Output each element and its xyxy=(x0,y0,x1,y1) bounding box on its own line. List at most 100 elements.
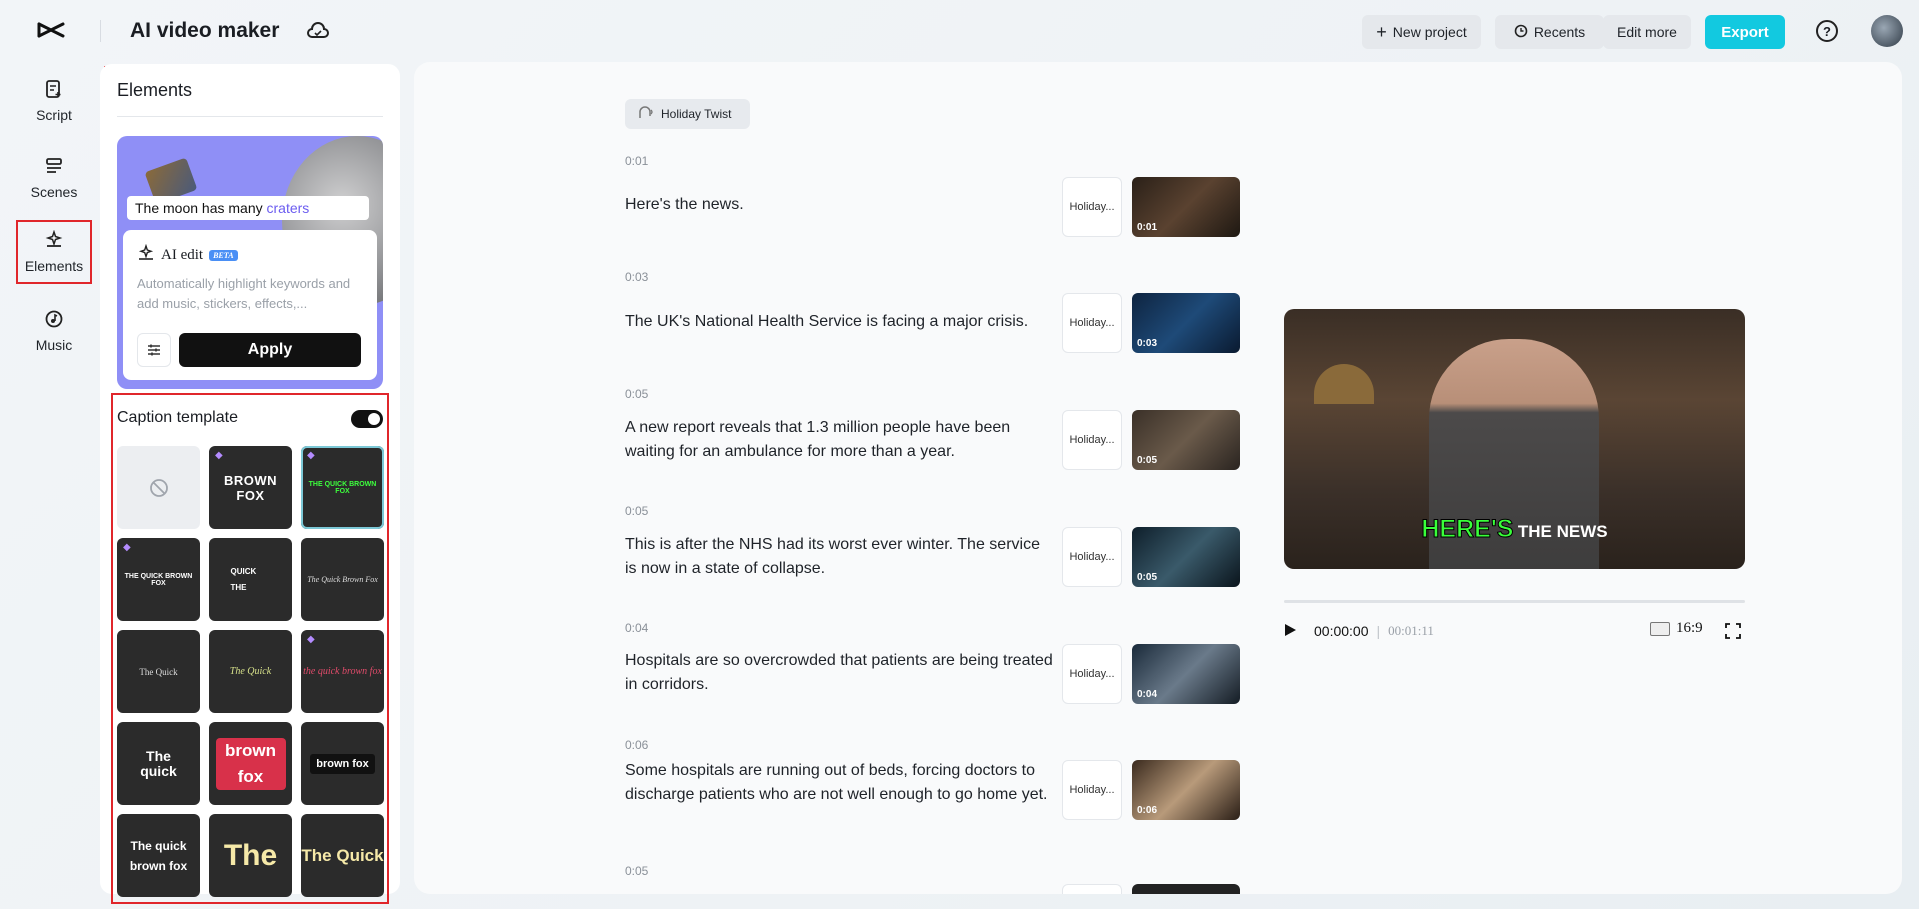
caption-tile-none[interactable] xyxy=(117,446,200,529)
no-template-icon xyxy=(149,478,168,497)
edit-more-button[interactable]: Edit more xyxy=(1603,15,1691,49)
caption-tile[interactable]: QUICK THE xyxy=(209,538,292,621)
scene-thumbnail[interactable]: 0:04 xyxy=(1132,644,1240,704)
timestamp: 0:05 xyxy=(625,864,649,878)
edit-more-label: Edit more xyxy=(1617,24,1677,40)
ai-edit-card: The moon has many craters AI edit BETA A… xyxy=(117,136,383,389)
voice-icon xyxy=(637,105,655,124)
premium-gem-icon: ◆ xyxy=(307,450,315,461)
caption-template-title: Caption template xyxy=(117,409,238,426)
voice-chip[interactable]: Holiday... xyxy=(1062,177,1122,237)
export-label: Export xyxy=(1721,23,1769,41)
caption-tile-text: THE QUICK BROWN FOX xyxy=(308,480,377,495)
fullscreen-icon[interactable] xyxy=(1724,622,1742,645)
caption-tile-text: BROWN FOX xyxy=(223,472,278,503)
timestamp: 0:06 xyxy=(625,738,649,752)
scene-thumbnail[interactable]: 0:01 xyxy=(1132,177,1240,237)
total-duration: 00:01:11 xyxy=(1388,623,1434,638)
timestamp: 0:01 xyxy=(625,154,649,168)
ai-edit-heading: AI edit BETA xyxy=(137,243,238,267)
elements-panel: Elements The moon has many craters AI ed… xyxy=(100,64,400,904)
video-preview[interactable]: HERE'S THE NEWS xyxy=(1284,309,1745,569)
caption-tile[interactable]: ◆ THE QUICK BROWN FOX xyxy=(117,538,200,621)
script-line[interactable]: Here's the news. xyxy=(625,193,1055,217)
rail-item-script[interactable]: Script xyxy=(16,70,92,132)
apply-button[interactable]: Apply xyxy=(179,333,361,367)
plus-icon: + xyxy=(1376,22,1387,42)
voice-chip-label: Holiday... xyxy=(1069,317,1115,329)
sliders-icon[interactable] xyxy=(137,333,171,367)
app-title: AI video maker xyxy=(130,19,280,42)
preview-subtitle: HERE'S THE NEWS xyxy=(1284,515,1745,544)
caption-tile[interactable]: ◆ the quick brown fox xyxy=(301,630,384,713)
rail-item-scenes[interactable]: Scenes xyxy=(16,147,92,209)
thumb-duration: 0:04 xyxy=(1137,689,1158,700)
promo-caption-highlight: craters xyxy=(266,200,310,216)
caption-tile-selected[interactable]: ◆ THE QUICK BROWN FOX xyxy=(301,446,384,529)
rail-item-elements[interactable]: Elements xyxy=(16,220,92,284)
voice-chip[interactable]: Holiday... xyxy=(1062,293,1122,353)
cloud-icon[interactable] xyxy=(306,20,330,42)
voice-chip[interactable]: Holiday... xyxy=(1062,760,1122,820)
caption-tile-text: The Quick xyxy=(139,666,178,677)
new-project-label: New project xyxy=(1392,24,1467,40)
script-line[interactable]: Hospitals are so overcrowded that patien… xyxy=(625,649,1055,697)
aspect-ratio-button[interactable]: 16:9 xyxy=(1650,620,1703,637)
script-line[interactable]: This is after the NHS had its worst ever… xyxy=(625,533,1055,581)
playback-controls: 00:00:00 | 00:01:11 16:9 xyxy=(1284,620,1745,642)
voice-tag[interactable]: Holiday Twist xyxy=(625,99,750,129)
new-project-button[interactable]: + New project xyxy=(1362,15,1481,49)
caption-tile[interactable]: The Quick xyxy=(301,814,384,897)
voice-chip-label: Holiday... xyxy=(1069,201,1115,213)
recents-button[interactable]: Recents xyxy=(1495,15,1604,49)
voice-tag-label: Holiday Twist xyxy=(661,107,732,121)
caption-template-toggle[interactable] xyxy=(351,410,383,428)
caption-tile-text: The Quick Brown Fox xyxy=(307,575,378,584)
timestamp: 0:05 xyxy=(625,387,649,401)
caption-tile[interactable]: The quick xyxy=(117,722,200,805)
caption-tile-text: brown fox xyxy=(215,737,286,790)
voice-chip[interactable]: Holiday... xyxy=(1062,644,1122,704)
caption-tile[interactable]: The Quick Brown Fox xyxy=(301,538,384,621)
playback-progress-bar[interactable] xyxy=(1284,600,1745,603)
rail-item-music[interactable]: Music xyxy=(16,300,92,362)
timestamp: 0:05 xyxy=(625,504,649,518)
help-icon[interactable]: ? xyxy=(1816,20,1838,42)
caption-tile[interactable]: brown fox xyxy=(209,722,292,805)
ai-edit-label: AI edit xyxy=(161,247,204,263)
caption-tile[interactable]: brown fox xyxy=(301,722,384,805)
time-separator: | xyxy=(1376,623,1381,639)
thumb-duration: 0:06 xyxy=(1137,805,1158,816)
beta-badge: BETA xyxy=(209,250,238,261)
caption-tile-text: QUICK THE xyxy=(230,566,257,592)
capcut-logo-icon[interactable] xyxy=(36,18,66,44)
script-line[interactable]: A new report reveals that 1.3 million pe… xyxy=(625,416,1055,464)
avatar[interactable] xyxy=(1871,15,1903,47)
voice-chip-label: Holiday... xyxy=(1069,784,1115,796)
recents-label: Recents xyxy=(1533,24,1586,40)
caption-tile[interactable]: The quick brown fox xyxy=(117,814,200,897)
caption-tile-text: brown fox xyxy=(310,753,375,774)
play-icon[interactable] xyxy=(1284,623,1302,640)
caption-tile-text: The quick brown fox xyxy=(129,838,188,873)
voice-chip[interactable]: Holiday... xyxy=(1062,527,1122,587)
scene-thumbnail[interactable] xyxy=(1132,884,1240,894)
caption-tile-text: The quick xyxy=(140,747,177,779)
script-line[interactable]: The UK's National Health Service is faci… xyxy=(625,310,1055,334)
lamp-image xyxy=(1314,364,1374,404)
caption-tile[interactable]: The xyxy=(209,814,292,897)
scene-thumbnail[interactable]: 0:05 xyxy=(1132,410,1240,470)
thumb-duration: 0:05 xyxy=(1137,572,1158,583)
scene-thumbnail[interactable]: 0:03 xyxy=(1132,293,1240,353)
timestamp: 0:04 xyxy=(625,621,649,635)
scene-thumbnail[interactable]: 0:05 xyxy=(1132,527,1240,587)
caption-tile[interactable]: The Quick xyxy=(117,630,200,713)
rail-item-label: Scenes xyxy=(30,184,78,200)
caption-tile[interactable]: The Quick xyxy=(209,630,292,713)
caption-tile[interactable]: ◆ BROWN FOX xyxy=(209,446,292,529)
scene-thumbnail[interactable]: 0:06 xyxy=(1132,760,1240,820)
voice-chip[interactable] xyxy=(1062,884,1122,894)
voice-chip[interactable]: Holiday... xyxy=(1062,410,1122,470)
script-line[interactable]: Some hospitals are running out of beds, … xyxy=(625,759,1055,807)
export-button[interactable]: Export xyxy=(1705,15,1785,49)
